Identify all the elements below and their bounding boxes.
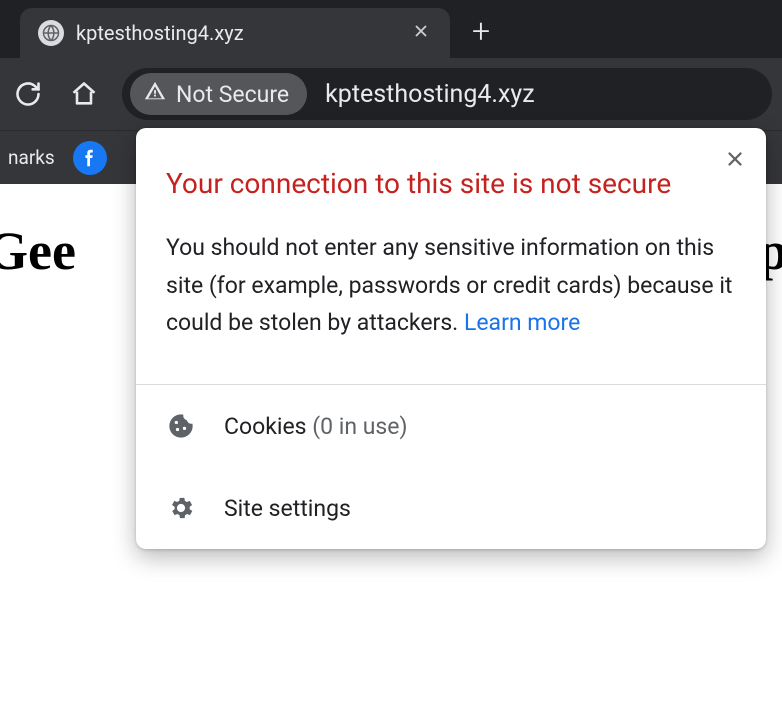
facebook-icon: [73, 141, 107, 175]
cookies-label: Cookies: [224, 413, 312, 440]
cookie-icon: [166, 411, 196, 441]
reload-button[interactable]: [10, 76, 46, 112]
cookies-row-text: Cookies (0 in use): [224, 413, 408, 440]
close-popup-button[interactable]: [718, 142, 752, 176]
home-button[interactable]: [66, 76, 102, 112]
cookies-count: (0 in use): [312, 413, 407, 440]
tab-title: kptesthosting4.xyz: [76, 21, 396, 45]
popup-description-text: You should not enter any sensitive infor…: [166, 234, 732, 337]
learn-more-link[interactable]: Learn more: [464, 309, 580, 336]
cookies-button[interactable]: Cookies (0 in use): [136, 385, 766, 467]
url-text: kptesthosting4.xyz: [311, 80, 535, 109]
popup-description: You should not enter any sensitive infor…: [166, 229, 736, 343]
browser-tab[interactable]: kptesthosting4.xyz: [20, 8, 450, 58]
bookmark-item[interactable]: narks: [8, 146, 55, 169]
site-settings-label: Site settings: [224, 495, 351, 522]
toolbar: Not Secure kptesthosting4.xyz: [0, 58, 782, 130]
new-tab-button[interactable]: +: [450, 12, 512, 58]
site-settings-button[interactable]: Site settings: [136, 467, 766, 549]
gear-icon: [166, 493, 196, 523]
popup-title: Your connection to this site is not secu…: [166, 164, 736, 205]
tab-strip: kptesthosting4.xyz +: [0, 0, 782, 58]
site-info-popup: Your connection to this site is not secu…: [136, 128, 766, 549]
bookmark-facebook[interactable]: [73, 141, 107, 175]
security-chip[interactable]: Not Secure: [130, 73, 307, 115]
popup-body: Your connection to this site is not secu…: [136, 128, 766, 384]
bookmark-label-fragment: narks: [8, 146, 55, 169]
address-bar[interactable]: Not Secure kptesthosting4.xyz: [122, 68, 772, 120]
security-chip-label: Not Secure: [176, 81, 289, 108]
close-tab-button[interactable]: [408, 17, 434, 49]
warning-icon: [144, 80, 166, 108]
page-heading-fragment-left: enGee: [0, 220, 76, 282]
globe-icon: [38, 20, 64, 46]
